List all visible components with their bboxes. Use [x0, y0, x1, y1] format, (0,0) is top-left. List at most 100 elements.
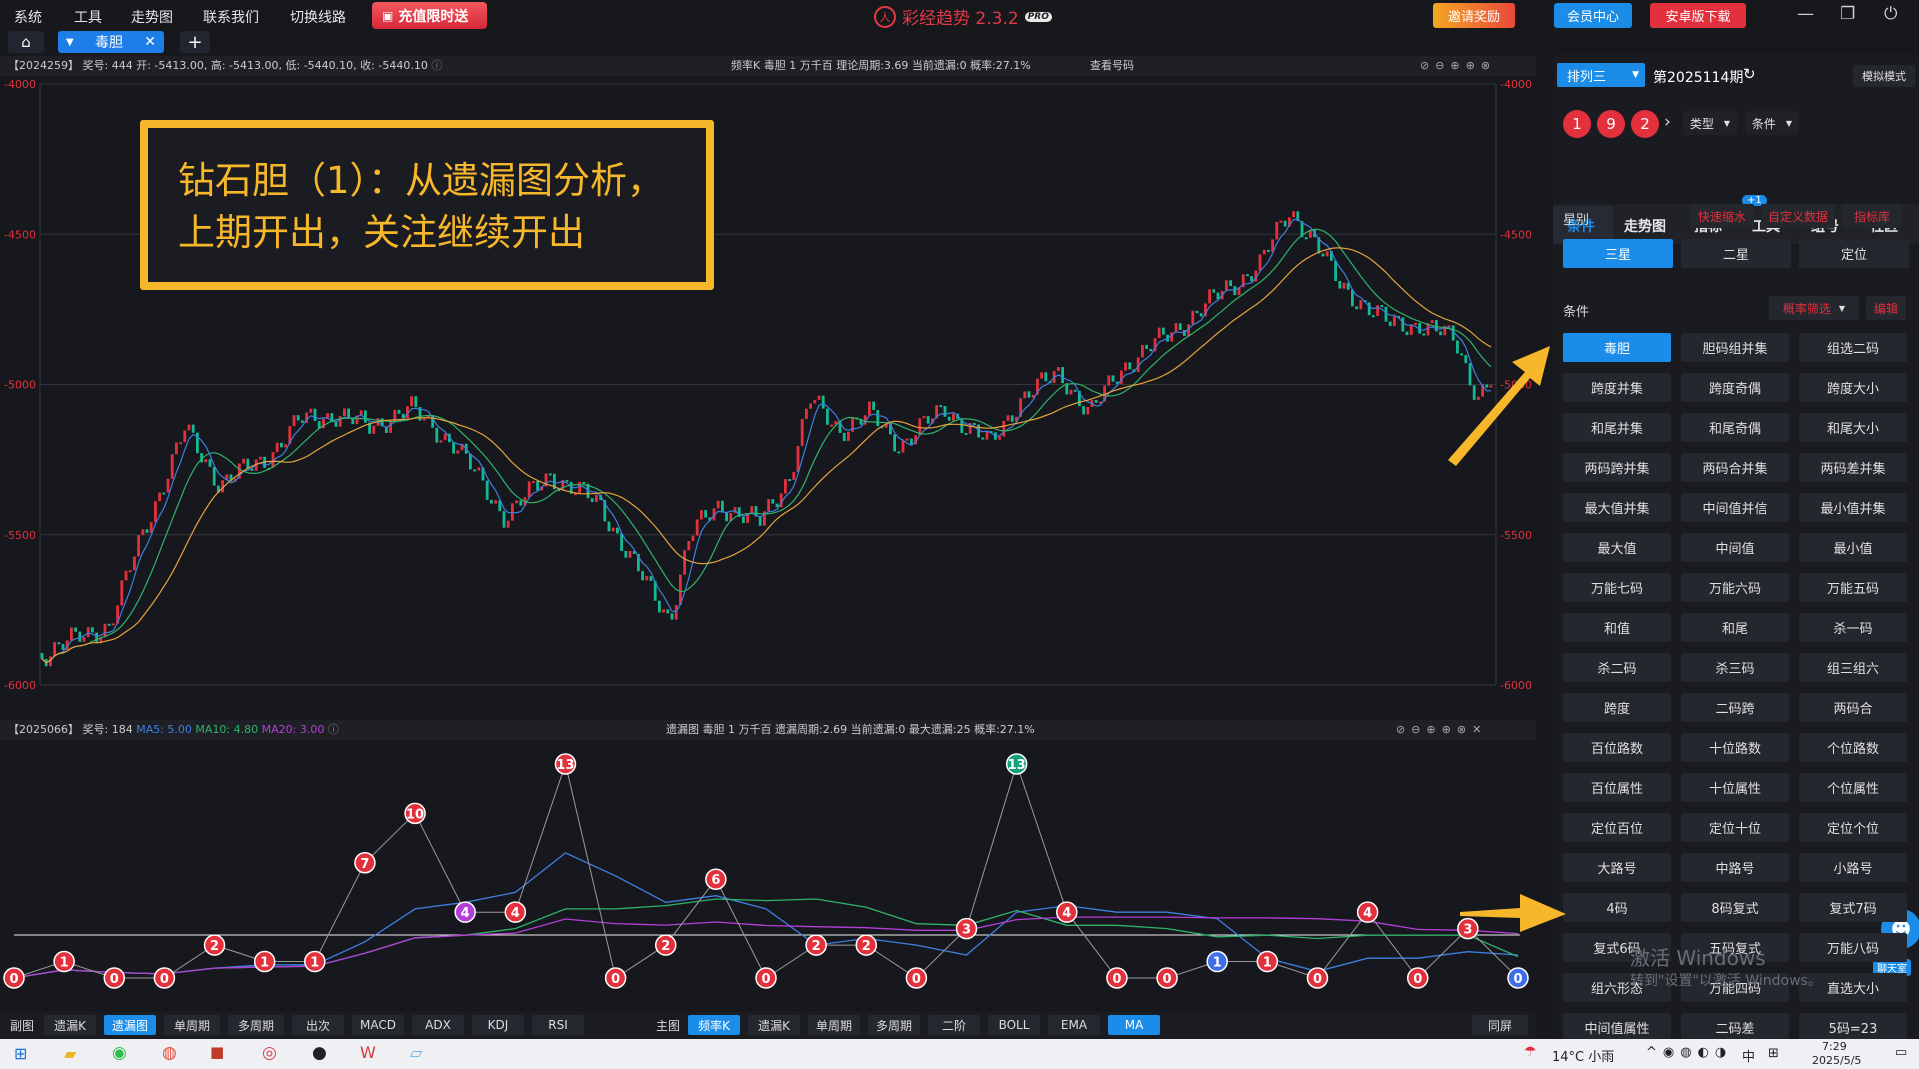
condition-button[interactable]: 杀一码	[1799, 613, 1907, 642]
sub-chart-option[interactable]: MACD	[352, 1015, 404, 1035]
condition-button[interactable]: 和尾大小	[1799, 413, 1907, 442]
condition-button[interactable]: 两码差并集	[1799, 453, 1907, 482]
condition-button[interactable]: 和尾	[1681, 613, 1789, 642]
condition-button[interactable]: 最大值并集	[1563, 493, 1671, 522]
same-screen-button[interactable]: 同屏	[1472, 1015, 1528, 1035]
condition-button[interactable]: 定位个位	[1799, 813, 1907, 842]
condition-button[interactable]: 百位属性	[1563, 773, 1671, 802]
condition-button[interactable]: 中间值属性	[1563, 1013, 1671, 1042]
ime-indicator[interactable]: 中	[1742, 1046, 1755, 1065]
star-three[interactable]: 三星	[1563, 239, 1673, 268]
condition-button[interactable]: 跨度大小	[1799, 373, 1907, 402]
condition-button[interactable]: 最小值并集	[1799, 493, 1907, 522]
sub-chart-option[interactable]: KDJ	[472, 1015, 524, 1035]
main-chart-option[interactable]: 遗漏K	[748, 1015, 800, 1035]
main-chart-option[interactable]: MA	[1108, 1015, 1160, 1035]
menu-trend[interactable]: 走势图	[131, 7, 173, 27]
condition-button[interactable]: 和值	[1563, 613, 1671, 642]
wps-icon[interactable]: W	[360, 1043, 376, 1062]
menu-switch-line[interactable]: 切换线路	[290, 7, 346, 27]
qq-icon[interactable]: ●	[312, 1043, 327, 1063]
star-two[interactable]: 二星	[1681, 239, 1791, 268]
condition-button[interactable]: 4码	[1563, 893, 1671, 922]
condition-button[interactable]: 跨度奇偶	[1681, 373, 1789, 402]
main-chart-option[interactable]: BOLL	[988, 1015, 1040, 1035]
condition-button[interactable]: 万能八码	[1799, 933, 1907, 962]
condition-button[interactable]: 十位属性	[1681, 773, 1789, 802]
condition-button[interactable]: 两码合并集	[1681, 453, 1789, 482]
power-icon[interactable]: ⏻	[1884, 4, 1897, 24]
recharge-button[interactable]: ▣ 充值限时送	[372, 2, 487, 29]
sub-chart-option[interactable]: ADX	[412, 1015, 464, 1035]
check-number-link[interactable]: 查看号码	[1090, 56, 1134, 76]
condition-button[interactable]: 杀三码	[1681, 653, 1789, 682]
condition-button[interactable]: 定位十位	[1681, 813, 1789, 842]
app-icon-1[interactable]: ■	[210, 1043, 224, 1061]
clock-time[interactable]: 7:29	[1822, 1040, 1847, 1053]
menu-contact[interactable]: 联系我们	[203, 7, 259, 27]
probability-filter-select[interactable]: 概率筛选 ▼	[1769, 296, 1859, 320]
main-chart-option[interactable]: EMA	[1048, 1015, 1100, 1035]
miss-toolbar-icons[interactable]: ⊘⊖⊕⊕⊗✕	[1396, 720, 1487, 740]
condition-button[interactable]: 最小值	[1799, 533, 1907, 562]
kline-toolbar-icons[interactable]: ⊘⊖⊕⊕⊗	[1420, 56, 1496, 76]
condition-button[interactable]: 和尾奇偶	[1681, 413, 1789, 442]
tray-icons[interactable]: ^◉◍◐◑	[1646, 1045, 1732, 1060]
help-icon[interactable]: ⓘ	[328, 723, 339, 736]
home-icon[interactable]: ⌂	[8, 31, 44, 53]
condition-button[interactable]: 胆码组并集	[1681, 333, 1789, 362]
main-chart-option[interactable]: 多周期	[868, 1015, 920, 1035]
condition-button[interactable]: 万能六码	[1681, 573, 1789, 602]
condition-button[interactable]: 个位路数	[1799, 733, 1907, 762]
sub-chart-option[interactable]: 单周期	[164, 1015, 220, 1035]
condition-button[interactable]: 5码=23	[1799, 1013, 1907, 1042]
android-download-button[interactable]: 安卓版下载	[1650, 3, 1746, 28]
condition-button[interactable]: 两码合	[1799, 693, 1907, 722]
minimize-icon[interactable]: —	[1797, 4, 1814, 24]
main-chart-option[interactable]: 单周期	[808, 1015, 860, 1035]
type-select[interactable]: 类型 ▼	[1683, 111, 1737, 135]
windows-start-icon[interactable]: ⊞	[14, 1044, 27, 1063]
condition-button[interactable]: 中路号	[1681, 853, 1789, 882]
menu-tools[interactable]: 工具	[74, 7, 102, 27]
quick-shrink-button[interactable]: 快速缩水	[1690, 204, 1754, 228]
condition-button[interactable]: 个位属性	[1799, 773, 1907, 802]
main-chart-option[interactable]: 二阶	[928, 1015, 980, 1035]
wechat-icon[interactable]: ◉	[112, 1043, 127, 1063]
lottery-select[interactable]: 排列三 ▼	[1557, 63, 1645, 87]
condition-select[interactable]: 条件 ▼	[1745, 111, 1799, 135]
condition-button[interactable]: 十位路数	[1681, 733, 1789, 762]
refresh-icon[interactable]: ↻	[1743, 65, 1756, 83]
condition-button[interactable]: 万能七码	[1563, 573, 1671, 602]
condition-button[interactable]: 组三组六	[1799, 653, 1907, 682]
vip-center-button[interactable]: 会员中心	[1554, 3, 1632, 28]
notes-icon[interactable]: ▱	[410, 1043, 422, 1062]
condition-button[interactable]: 和尾并集	[1563, 413, 1671, 442]
condition-button[interactable]: 中间值	[1681, 533, 1789, 562]
condition-button[interactable]: 中间值并信	[1681, 493, 1789, 522]
condition-button[interactable]: 二码差	[1681, 1013, 1789, 1042]
sub-chart-option[interactable]: 多周期	[228, 1015, 284, 1035]
condition-button[interactable]: 大路号	[1563, 853, 1671, 882]
condition-button[interactable]: 杀二码	[1563, 653, 1671, 682]
clock-date[interactable]: 2025/5/5	[1812, 1054, 1861, 1067]
condition-button[interactable]: 二码跨	[1681, 693, 1789, 722]
ime-mode-icon[interactable]: ⊞	[1768, 1046, 1779, 1061]
tab-trend[interactable]: 走势图	[1624, 216, 1666, 236]
weather-text[interactable]: 14°C 小雨	[1552, 1046, 1614, 1065]
condition-button[interactable]: 万能五码	[1799, 573, 1907, 602]
add-tab-icon[interactable]: +	[180, 31, 210, 53]
condition-button[interactable]: 毒胆	[1563, 333, 1671, 362]
condition-button[interactable]: 跨度并集	[1563, 373, 1671, 402]
menu-system[interactable]: 系统	[14, 7, 42, 27]
custom-data-button[interactable]: 自定义数据	[1761, 204, 1835, 228]
indicator-lib-button[interactable]: 指标库	[1842, 204, 1902, 228]
sub-chart-option[interactable]: 出次	[292, 1015, 344, 1035]
close-icon[interactable]: ✕	[144, 34, 156, 50]
folder-icon[interactable]: ▰	[64, 1044, 76, 1063]
lottery-app-icon[interactable]: ◎	[262, 1043, 277, 1063]
simulate-mode-button[interactable]: 模拟模式	[1853, 65, 1915, 87]
notification-icon[interactable]: ▭	[1895, 1045, 1907, 1060]
condition-button[interactable]: 两码跨并集	[1563, 453, 1671, 482]
browser-icon[interactable]: ◍	[162, 1043, 177, 1063]
